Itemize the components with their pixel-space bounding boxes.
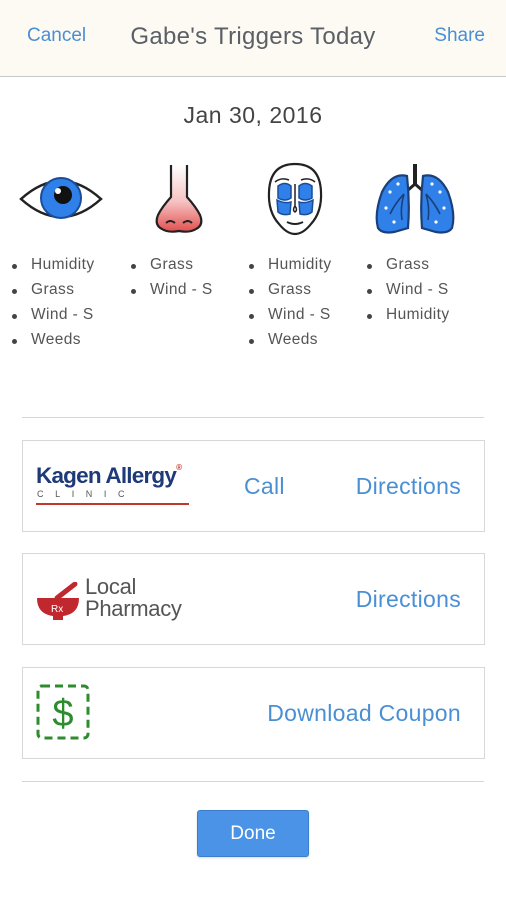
dollar-coupon-icon: $ [36,684,90,740]
list-item: Grass [12,280,95,305]
list-item: Humidity [367,305,450,330]
list-item: Wind - S [249,305,332,330]
organ-eye [6,160,116,238]
organ-nose [124,160,234,238]
logo-line2: Pharmacy [85,596,182,621]
logo-subtitle: CLINIC [37,489,137,499]
organ-sinus [240,160,350,238]
clinic-card: Kagen Allergy® CLINIC Call Directions [22,440,485,532]
divider [22,417,484,418]
done-button[interactable]: Done [197,810,309,857]
list-item: Humidity [12,255,95,280]
date-label: Jan 30, 2016 [183,102,323,128]
pharmacy-directions-button[interactable]: Directions [356,554,461,644]
nose-icon [155,165,203,233]
local-pharmacy-logo: Rx Local Pharmacy [35,574,215,626]
nose-trigger-list: Grass Wind - S [131,255,213,305]
top-bar: Cancel Gabe's Triggers Today Share [0,0,506,77]
mortar-pestle-icon: Rx [37,582,79,620]
divider [22,781,484,782]
share-button[interactable]: Share [434,25,485,47]
coupon-card: $ Download Coupon [22,667,485,759]
sinus-face-icon [267,162,323,236]
lungs-icon [375,164,455,234]
rx-symbol: Rx [51,604,63,615]
logo-reg: ® [176,463,182,472]
eye-trigger-list: Humidity Grass Wind - S Weeds [12,255,95,355]
list-item: Weeds [12,330,95,355]
list-item: Grass [249,280,332,305]
list-item: Wind - S [12,305,95,330]
lungs-trigger-list: Grass Wind - S Humidity [367,255,450,330]
list-item: Wind - S [367,280,450,305]
dollar-symbol: $ [52,693,73,735]
list-item: Humidity [249,255,332,280]
list-item: Wind - S [131,280,213,305]
eye-icon [19,177,103,219]
list-item: Weeds [249,330,332,355]
list-item: Grass [367,255,450,280]
logo-name: Kagen Allergy [36,463,177,488]
download-coupon-button[interactable]: Download Coupon [267,668,461,758]
kagen-allergy-logo: Kagen Allergy® CLINIC [36,463,196,511]
call-button[interactable]: Call [244,441,285,531]
sinus-trigger-list: Humidity Grass Wind - S Weeds [249,255,332,355]
pharmacy-card: Rx Local Pharmacy Directions [22,553,485,645]
page-title: Gabe's Triggers Today [130,23,376,50]
organ-lungs [360,160,470,238]
logo-line1: Local [85,574,137,599]
list-item: Grass [131,255,213,280]
clinic-directions-button[interactable]: Directions [356,441,461,531]
